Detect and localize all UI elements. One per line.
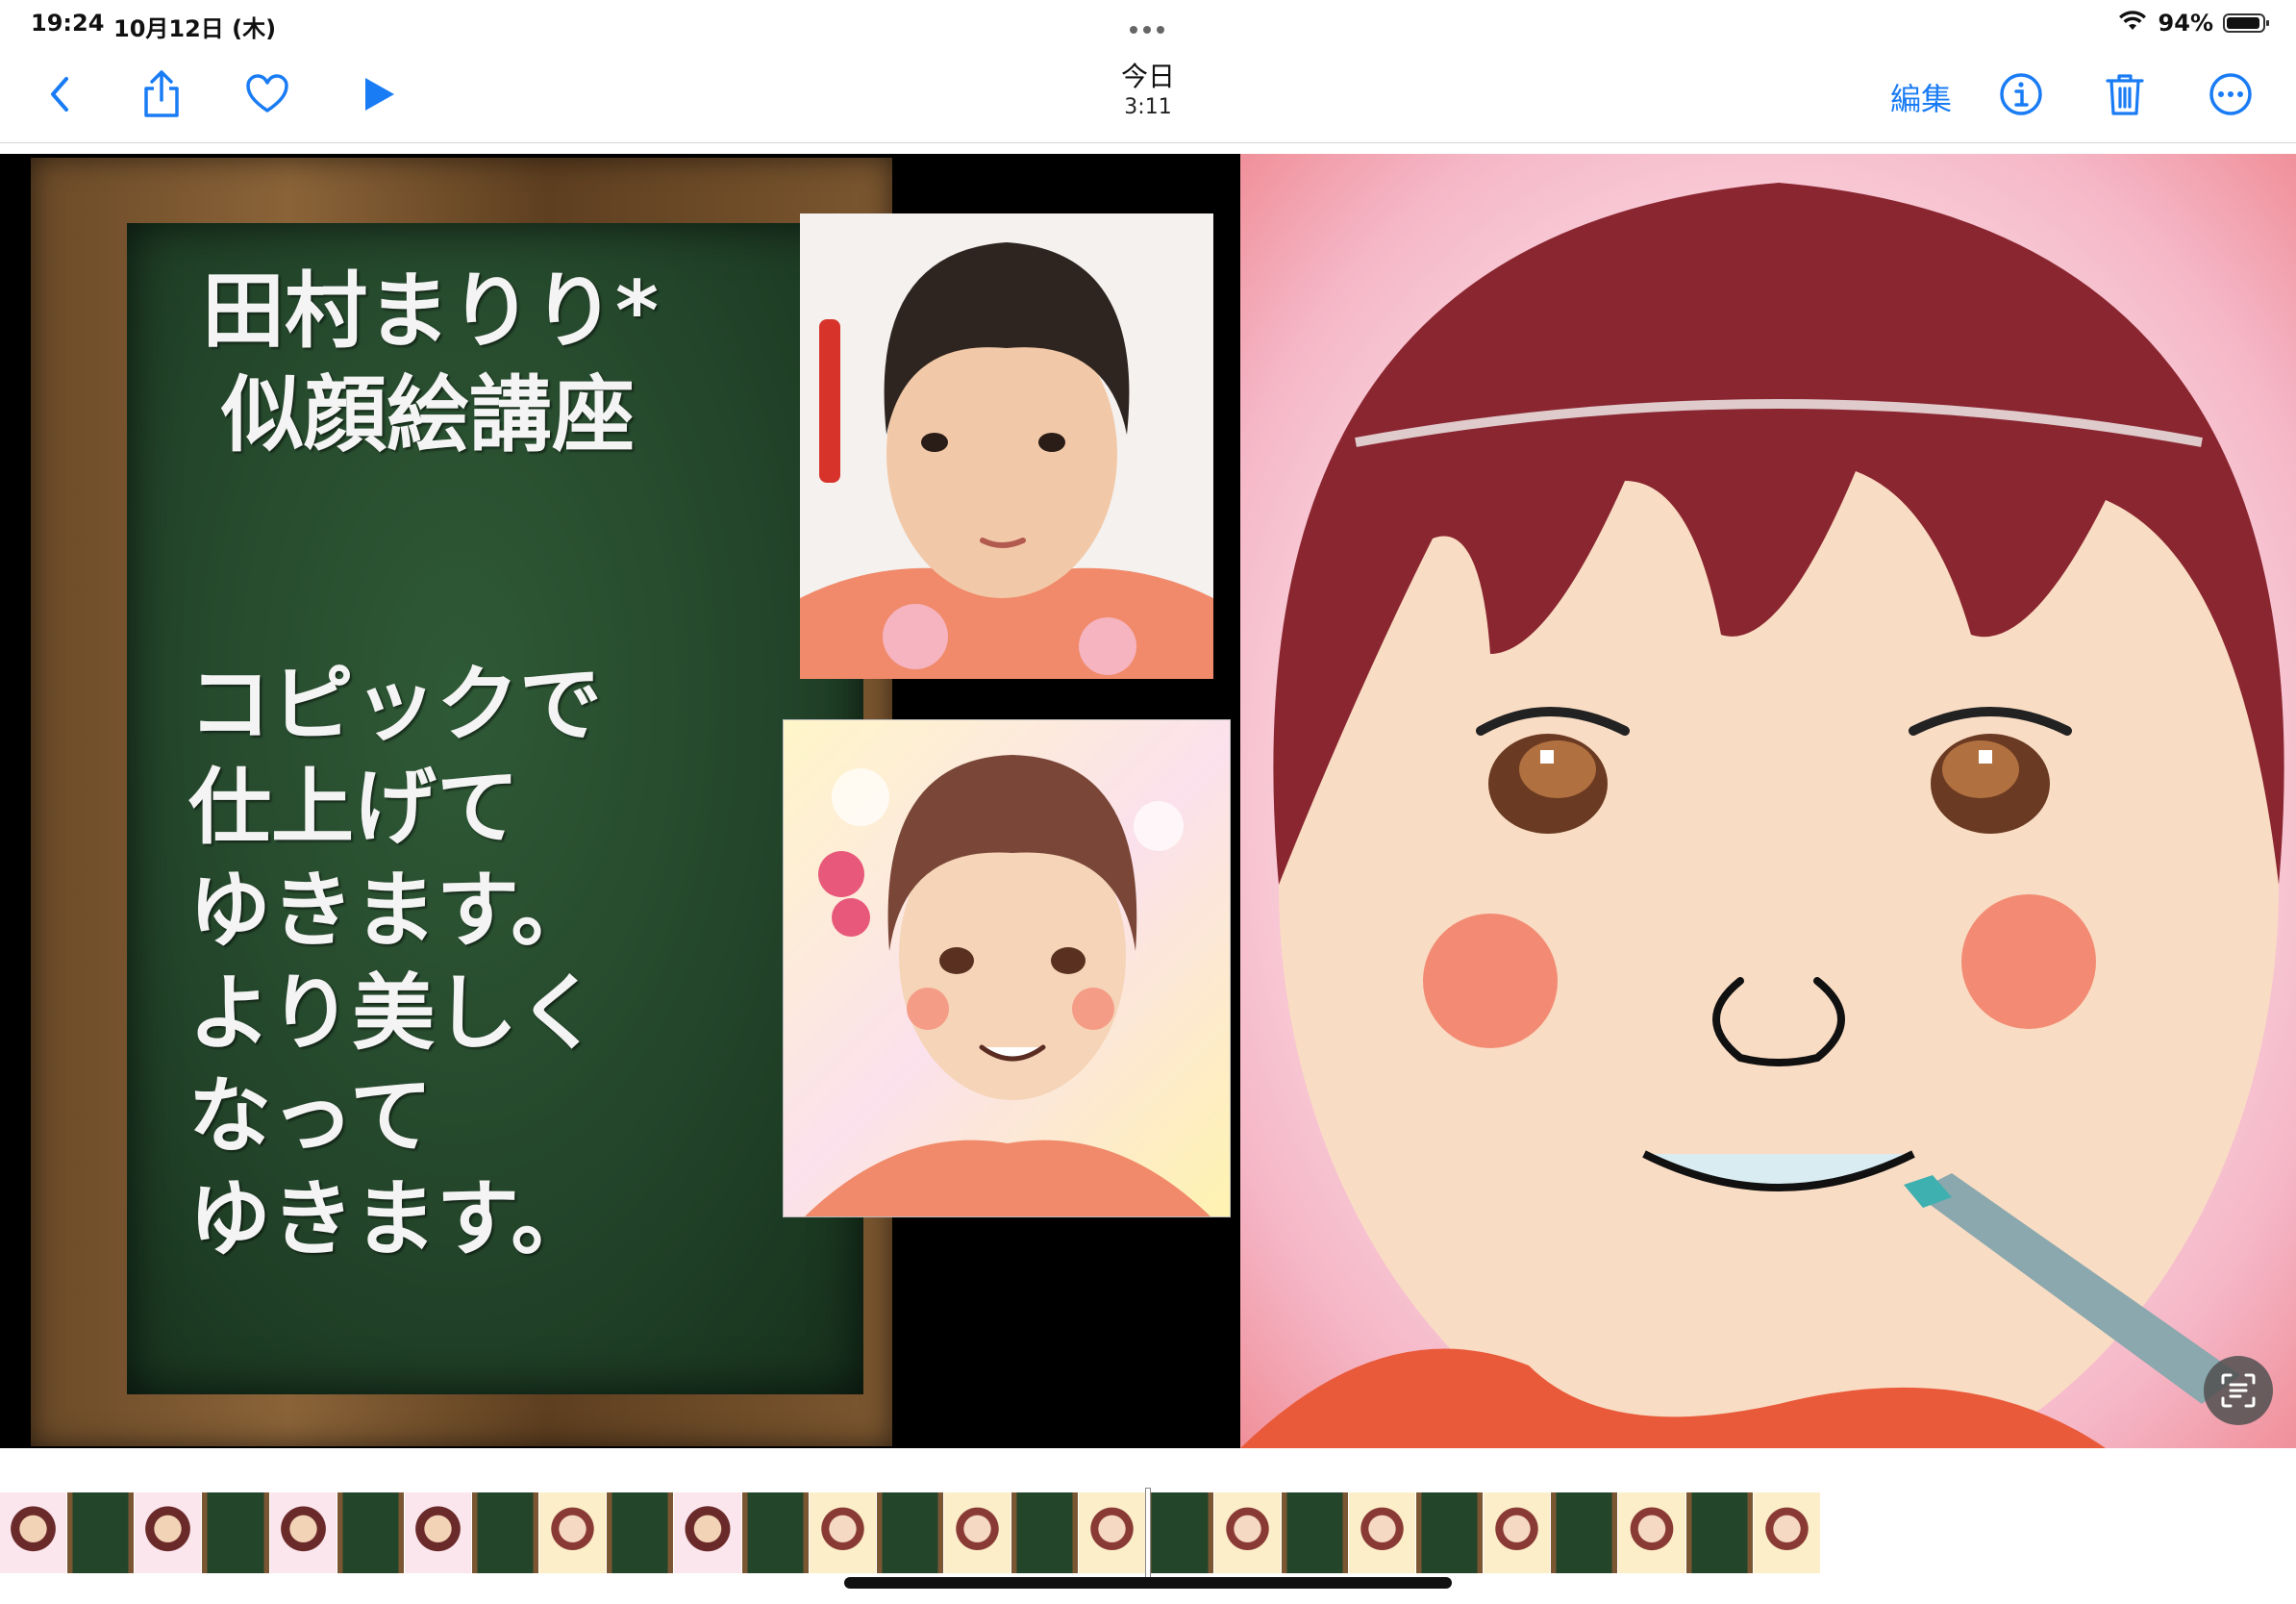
filmstrip-thumbnail[interactable] [67, 1492, 136, 1573]
filmstrip-thumbnail[interactable] [1348, 1492, 1416, 1573]
filmstrip-thumbnail[interactable] [1213, 1492, 1282, 1573]
filmstrip-thumbnail[interactable] [1685, 1492, 1754, 1573]
video-right-pane [1240, 154, 2296, 1448]
filmstrip-thumbnail[interactable] [876, 1492, 944, 1573]
status-indicators: 94% [2118, 10, 2269, 37]
favorite-button[interactable] [238, 65, 296, 123]
caricature-illustration [783, 719, 1231, 1217]
filmstrip-thumbnail[interactable] [1415, 1492, 1485, 1573]
reference-photo [800, 213, 1213, 679]
trash-icon [2106, 74, 2144, 115]
body-line: なって [188, 1068, 433, 1165]
more-button[interactable] [2202, 65, 2259, 123]
title-line: 似顔絵講座 [221, 367, 635, 464]
delete-button[interactable] [2096, 65, 2154, 123]
filmstrip-thumbnail[interactable] [1753, 1492, 1821, 1573]
filmstrip-thumbnail[interactable] [539, 1492, 608, 1573]
battery-fill [2227, 17, 2259, 29]
filmstrip-thumbnail[interactable] [1551, 1492, 1619, 1573]
photo-date-title: 今日 3:11 [1052, 60, 1244, 121]
filmstrip[interactable] [0, 1492, 1821, 1573]
nav-title: 今日 [1120, 61, 1175, 92]
play-button[interactable] [350, 65, 408, 123]
ellipsis-circle-icon [2209, 73, 2252, 115]
battery-icon [2223, 13, 2269, 33]
back-button[interactable] [31, 65, 88, 123]
nav-subtitle: 3:11 [1124, 95, 1172, 119]
body-line: ゆきます。 [188, 1171, 594, 1267]
filmstrip-thumbnail[interactable] [1079, 1492, 1147, 1573]
heart-icon [246, 74, 288, 113]
wifi-icon [2118, 11, 2147, 36]
live-text-icon [2221, 1373, 2256, 1408]
info-button[interactable] [1992, 65, 2050, 123]
status-bar: 19:24 10月12日 (木) 94% [0, 0, 2296, 46]
status-time: 19:24 [31, 10, 105, 37]
filmstrip-thumbnail[interactable] [1484, 1492, 1552, 1573]
chalkboard-body: コピックで 仕上げて ゆきます。 より美しく なって ゆきます。 [188, 654, 727, 1271]
live-text-button[interactable] [2204, 1356, 2273, 1425]
filmstrip-thumbnail[interactable] [674, 1492, 742, 1573]
filmstrip-scrubber[interactable] [1146, 1489, 1150, 1577]
filmstrip-thumbnail[interactable] [809, 1492, 877, 1573]
filmstrip-thumbnail[interactable] [337, 1492, 405, 1573]
info-icon [2000, 73, 2042, 115]
video-left-pane: 田村まりり* 似顔絵講座 コピックで 仕上げて ゆきます。 より美しく なって … [0, 154, 1240, 1448]
photo-toolbar: 今日 3:11 編集 [0, 46, 2296, 143]
filmstrip-thumbnail[interactable] [1281, 1492, 1349, 1573]
play-icon [365, 78, 394, 111]
filmstrip-thumbnail[interactable] [741, 1492, 810, 1573]
filmstrip-thumbnail[interactable] [0, 1492, 68, 1573]
body-line: コピックで [188, 657, 602, 753]
status-date: 10月12日 (木) [113, 15, 277, 42]
filmstrip-thumbnail[interactable] [135, 1492, 203, 1573]
chalkboard-title: 田村まりり* 似顔絵講座 [202, 260, 702, 467]
body-line: ゆきます。 [188, 863, 594, 959]
filmstrip-thumbnail[interactable] [269, 1492, 337, 1573]
edit-button[interactable]: 編集 [1890, 75, 1952, 119]
filmstrip-thumbnail[interactable] [1011, 1492, 1080, 1573]
multitasking-dots[interactable] [1127, 19, 1167, 38]
filmstrip-thumbnail[interactable] [471, 1492, 540, 1573]
body-line: 仕上げて [188, 760, 519, 856]
filmstrip-thumbnail[interactable] [202, 1492, 270, 1573]
battery-percent: 94% [2158, 10, 2213, 37]
filmstrip-thumbnail[interactable] [1618, 1492, 1686, 1573]
body-line: より美しく [188, 965, 601, 1062]
share-button[interactable] [133, 65, 190, 123]
title-line: 田村まりり* [202, 263, 659, 360]
filmstrip-thumbnail[interactable] [607, 1492, 675, 1573]
chevron-left-icon [51, 77, 68, 112]
home-indicator[interactable] [844, 1577, 1452, 1589]
filmstrip-thumbnail[interactable] [1146, 1492, 1214, 1573]
filmstrip-thumbnail[interactable] [943, 1492, 1012, 1573]
share-icon [144, 70, 179, 117]
media-viewer[interactable]: 田村まりり* 似顔絵講座 コピックで 仕上げて ゆきます。 より美しく なって … [0, 154, 2296, 1448]
filmstrip-thumbnail[interactable] [404, 1492, 472, 1573]
